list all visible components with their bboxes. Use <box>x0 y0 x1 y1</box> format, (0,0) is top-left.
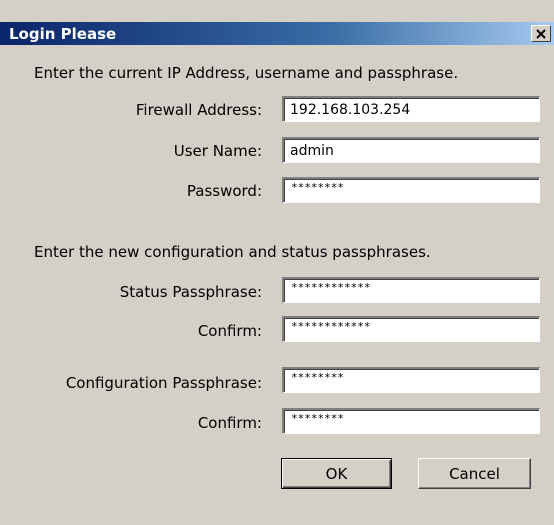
user-name-field[interactable] <box>282 137 540 163</box>
login-dialog: Login Please Enter the current IP Addres… <box>0 0 554 525</box>
cancel-button[interactable]: Cancel <box>418 458 531 489</box>
password-masked-value: ******** <box>291 181 344 194</box>
status-confirm-field[interactable]: ************ <box>282 316 540 342</box>
close-icon <box>536 28 546 39</box>
password-field[interactable]: ******** <box>282 177 540 203</box>
config-passphrase-field[interactable]: ******** <box>282 367 540 393</box>
user-name-input[interactable] <box>284 139 539 162</box>
config-passphrase-masked-value: ******** <box>291 371 344 384</box>
status-confirm-masked-value: ************ <box>291 320 371 333</box>
password-label: Password: <box>186 182 262 200</box>
title-bar[interactable]: Login Please <box>0 22 554 45</box>
section2-intro: Enter the new configuration and status p… <box>34 243 431 261</box>
close-button[interactable] <box>531 25 551 42</box>
firewall-address-label: Firewall Address: <box>135 101 262 119</box>
status-passphrase-masked-value: ************ <box>291 281 371 294</box>
status-passphrase-label: Status Passphrase: <box>119 283 262 301</box>
dialog-title: Login Please <box>9 25 117 43</box>
config-confirm-masked-value: ******** <box>291 412 344 425</box>
config-confirm-label: Confirm: <box>197 414 262 432</box>
firewall-address-field[interactable] <box>282 96 540 122</box>
firewall-address-input[interactable] <box>284 98 539 121</box>
config-confirm-field[interactable]: ******** <box>282 408 540 434</box>
ok-button[interactable]: OK <box>281 458 392 489</box>
config-passphrase-label: Configuration Passphrase: <box>65 374 262 392</box>
status-confirm-label: Confirm: <box>197 322 262 340</box>
status-passphrase-field[interactable]: ************ <box>282 277 540 303</box>
user-name-label: User Name: <box>173 142 262 160</box>
section1-intro: Enter the current IP Address, username a… <box>34 64 459 82</box>
